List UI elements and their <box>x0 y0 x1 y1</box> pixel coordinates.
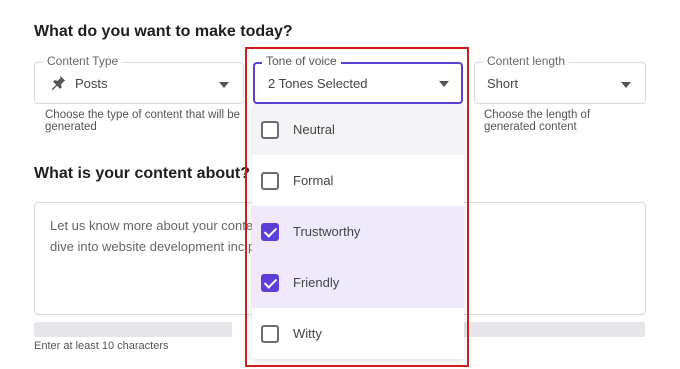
content-type-value: Posts <box>75 76 108 91</box>
content-length-label: Content length <box>483 54 570 68</box>
heading-make-today: What do you want to make today? <box>34 23 293 40</box>
content-type-select[interactable]: Content Type Posts <box>34 54 244 104</box>
content-type-label: Content Type <box>43 54 123 68</box>
heading-content-about: What is your content about? <box>34 165 250 182</box>
length-progress-bar <box>464 322 645 337</box>
content-length-help: Choose the length of generated content <box>484 109 591 133</box>
highlight-box <box>245 47 469 367</box>
pushpin-icon <box>51 75 66 91</box>
content-length-value: Short <box>487 76 519 91</box>
chevron-down-icon <box>621 82 631 88</box>
chevron-down-icon <box>219 82 229 88</box>
content-type-help: Choose the type of content that will be … <box>45 109 240 133</box>
content-length-select[interactable]: Content length Short <box>474 54 646 104</box>
length-progress-bar <box>34 322 232 337</box>
min-characters-note: Enter at least 10 characters <box>34 340 169 352</box>
